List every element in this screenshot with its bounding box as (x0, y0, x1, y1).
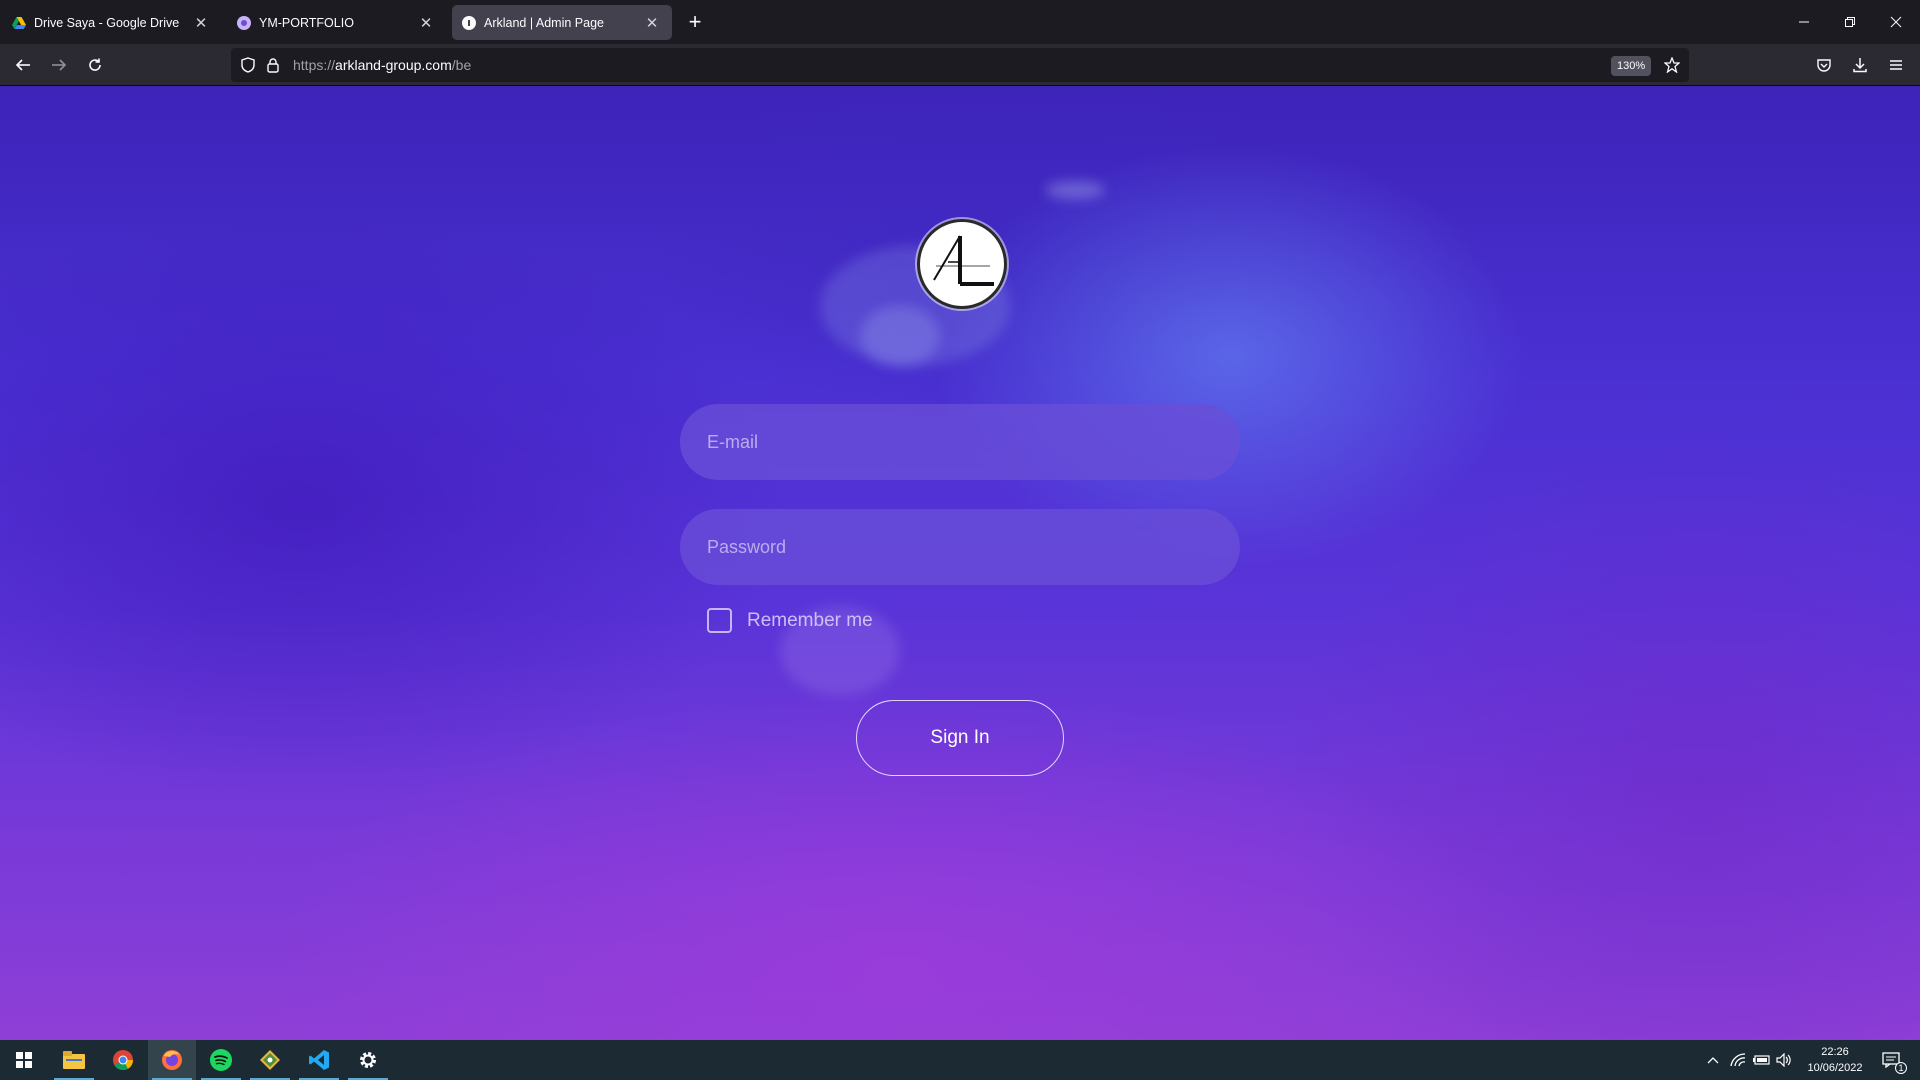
close-icon[interactable]: ✕ (191, 13, 211, 33)
volume-button[interactable] (1772, 1040, 1796, 1080)
vscode-button[interactable] (295, 1040, 343, 1080)
tab-title: Drive Saya - Google Drive (34, 15, 180, 30)
close-icon[interactable]: ✕ (416, 13, 436, 33)
battery-icon (1753, 1055, 1770, 1065)
wifi-icon (1730, 1053, 1746, 1067)
reload-icon (89, 58, 101, 71)
background-splash (860, 306, 940, 366)
url-bar[interactable]: https://arkland-group.com/be 130% (231, 48, 1689, 82)
firefox-button[interactable] (148, 1040, 196, 1080)
windows-taskbar: 22:26 10/06/2022 1 (0, 1040, 1920, 1080)
firefox-icon (162, 1050, 182, 1070)
shield-icon[interactable] (239, 56, 257, 74)
git-button[interactable] (246, 1040, 294, 1080)
restore-icon[interactable] (1827, 0, 1873, 44)
action-center-button[interactable]: 1 (1876, 1040, 1907, 1080)
tab-ym-portfolio[interactable]: YM-PORTFOLIO ✕ (227, 5, 446, 40)
tab-title: YM-PORTFOLIO (259, 15, 354, 30)
file-explorer-icon (63, 1051, 85, 1069)
close-icon[interactable]: ✕ (642, 13, 662, 33)
spotify-button[interactable] (197, 1040, 245, 1080)
settings-button[interactable] (344, 1040, 392, 1080)
system-clock[interactable]: 22:26 10/06/2022 (1795, 1044, 1875, 1076)
git-icon (260, 1050, 280, 1070)
battery-button[interactable] (1750, 1040, 1774, 1080)
portfolio-icon (237, 15, 251, 30)
hamburger-menu-icon (1890, 60, 1902, 70)
file-explorer-button[interactable] (50, 1040, 98, 1080)
vscode-icon (309, 1050, 329, 1070)
tab-google-drive[interactable]: Drive Saya - Google Drive ✕ (2, 5, 221, 40)
lock-icon[interactable] (264, 56, 282, 74)
site-icon (462, 15, 476, 30)
chevron-up-icon (1707, 1057, 1719, 1064)
settings-gear-icon (360, 1052, 376, 1068)
show-hidden-icons-button[interactable] (1700, 1040, 1726, 1080)
sign-in-button[interactable]: Sign In (856, 700, 1064, 776)
login-page: E-mail Password Remember me Sign In (0, 86, 1920, 1040)
zoom-level-button[interactable]: 130% (1611, 56, 1652, 76)
remember-me-checkbox[interactable] (707, 608, 732, 633)
minimize-icon[interactable] (1781, 0, 1827, 44)
password-placeholder: Password (707, 537, 787, 557)
chrome-button[interactable] (99, 1040, 147, 1080)
tab-strip: Drive Saya - Google Drive ✕ YM-PORTFOLIO… (0, 0, 1920, 44)
arrow-right-icon (52, 59, 67, 71)
navigation-toolbar: https://arkland-group.com/be 130% (0, 44, 1920, 86)
speaker-icon (1776, 1053, 1791, 1067)
arkland-logo (917, 219, 1007, 309)
pocket-button[interactable] (1809, 50, 1839, 80)
tab-title: Arkland | Admin Page (484, 15, 604, 30)
remember-me-label[interactable]: Remember me (747, 608, 873, 634)
downloads-button[interactable] (1845, 50, 1875, 80)
notification-count-badge: 1 (1895, 1062, 1907, 1074)
google-drive-icon (12, 16, 26, 30)
clock-date: 10/06/2022 (1807, 1062, 1863, 1074)
email-placeholder: E-mail (707, 432, 759, 452)
window-close-icon[interactable] (1873, 0, 1919, 44)
tab-arkland-admin[interactable]: Arkland | Admin Page ✕ (452, 5, 672, 40)
forward-button[interactable] (44, 50, 74, 80)
new-tab-button[interactable]: + (682, 9, 708, 35)
password-input[interactable]: Password (680, 509, 1240, 585)
spotify-icon (210, 1049, 232, 1071)
start-button[interactable] (0, 1040, 48, 1080)
pocket-icon (1817, 59, 1831, 72)
network-button[interactable] (1726, 1040, 1750, 1080)
menu-button[interactable] (1881, 50, 1911, 80)
download-icon (1853, 58, 1867, 73)
email-input[interactable]: E-mail (680, 404, 1240, 480)
windows-start-icon (16, 1052, 32, 1068)
back-button[interactable] (8, 50, 38, 80)
arrow-left-icon (15, 59, 30, 71)
clock-time: 22:26 (1821, 1046, 1849, 1058)
reload-button[interactable] (80, 50, 110, 80)
bookmark-star-icon[interactable] (1663, 56, 1681, 74)
chrome-icon (113, 1050, 134, 1071)
url-text[interactable]: https://arkland-group.com/be (293, 57, 471, 73)
background-splash (1045, 181, 1105, 199)
